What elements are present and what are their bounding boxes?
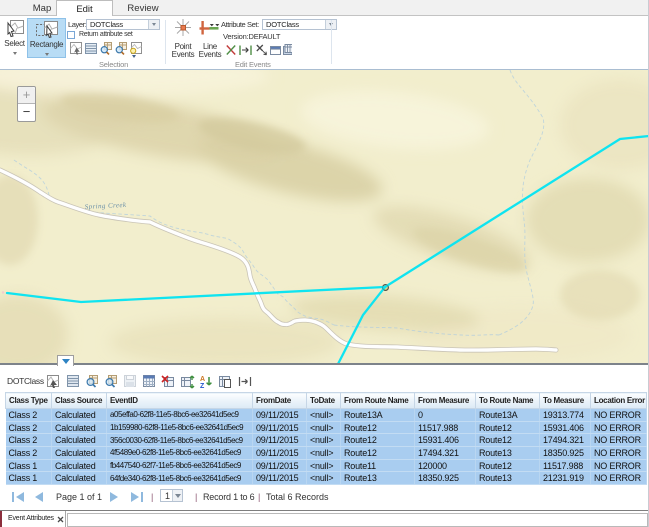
svg-text:A: A: [200, 376, 205, 383]
svg-text:Z: Z: [200, 383, 205, 390]
